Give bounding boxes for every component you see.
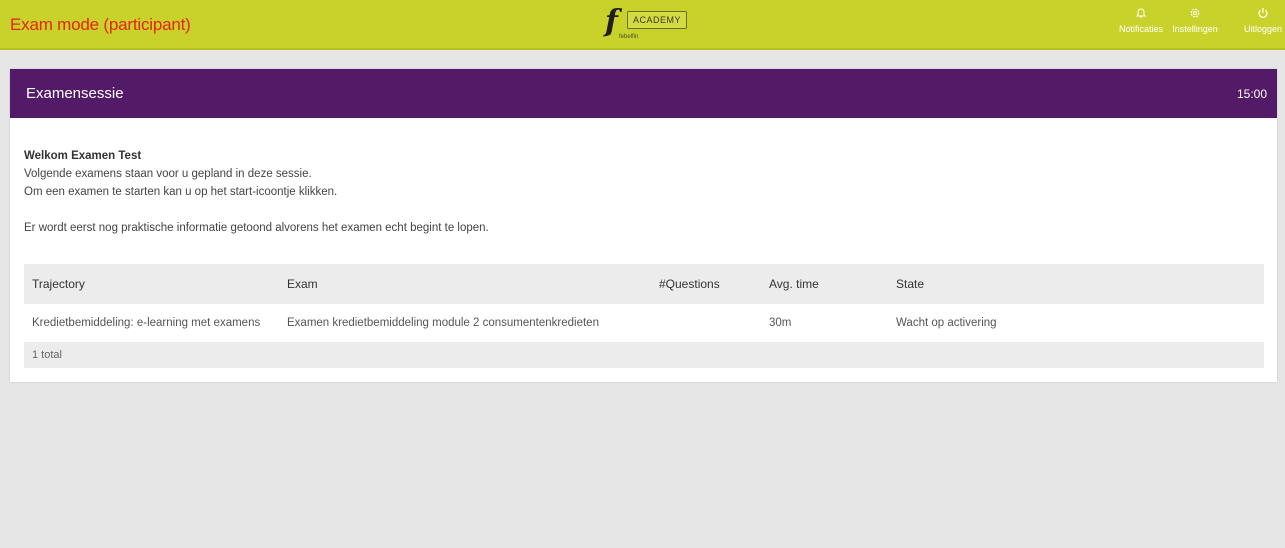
exam-session-card: Examensessie 15:00 Welkom Examen Test Vo… xyxy=(10,69,1277,382)
logout-button[interactable]: Uitloggen xyxy=(1241,6,1285,34)
power-icon xyxy=(1241,6,1285,24)
cell-avg-time: 30m xyxy=(769,317,792,329)
academy-badge: ACADEMY xyxy=(627,11,688,29)
intro-line-2: Om een examen te starten kan u op het st… xyxy=(24,186,338,198)
logo-letter: f xyxy=(605,4,618,39)
exam-table: Trajectory Exam #Questions Avg. time Sta… xyxy=(24,264,1264,368)
settings-label: Instellingen xyxy=(1172,24,1218,34)
mode-title: Exam mode (participant) xyxy=(10,15,191,34)
column-header-trajectory[interactable]: Trajectory xyxy=(24,264,279,304)
cell-state: Wacht op activering xyxy=(896,317,997,329)
intro-text: Welkom Examen Test Volgende examens staa… xyxy=(24,147,489,237)
intro-line-1: Volgende examens staan voor u gepland in… xyxy=(24,168,312,180)
session-header: Examensessie 15:00 xyxy=(10,69,1277,118)
table-row[interactable]: Kredietbemiddeling: e-learning met exame… xyxy=(24,304,1264,342)
notifications-button[interactable]: Notificaties xyxy=(1119,6,1163,34)
intro-line-3: Er wordt eerst nog praktische informatie… xyxy=(24,222,489,234)
top-bar: Exam mode (participant) f febelfin ACADE… xyxy=(0,0,1285,50)
table-footer-row: 1 total xyxy=(24,342,1264,368)
column-header-questions[interactable]: #Questions xyxy=(651,264,761,304)
cell-questions xyxy=(651,304,761,342)
notifications-label: Notificaties xyxy=(1119,24,1164,34)
welcome-heading: Welkom Examen Test xyxy=(24,150,142,162)
settings-button[interactable]: Instellingen xyxy=(1171,6,1219,34)
session-title: Examensessie xyxy=(26,85,124,102)
session-timer: 15:00 xyxy=(1236,87,1267,101)
bell-icon xyxy=(1119,6,1163,24)
cell-exam: Examen kredietbemiddeling module 2 consu… xyxy=(287,317,599,329)
column-header-state[interactable]: State xyxy=(888,264,1264,304)
column-header-exam[interactable]: Exam xyxy=(279,264,651,304)
total-count: 1 total xyxy=(32,349,62,361)
cell-trajectory: Kredietbemiddeling: e-learning met exame… xyxy=(32,317,261,329)
logo-subtext: febelfin xyxy=(619,34,639,40)
column-header-avg-time[interactable]: Avg. time xyxy=(761,264,888,304)
table-header-row: Trajectory Exam #Questions Avg. time Sta… xyxy=(24,264,1264,304)
gear-icon xyxy=(1171,6,1219,24)
logout-label: Uitloggen xyxy=(1243,24,1283,34)
